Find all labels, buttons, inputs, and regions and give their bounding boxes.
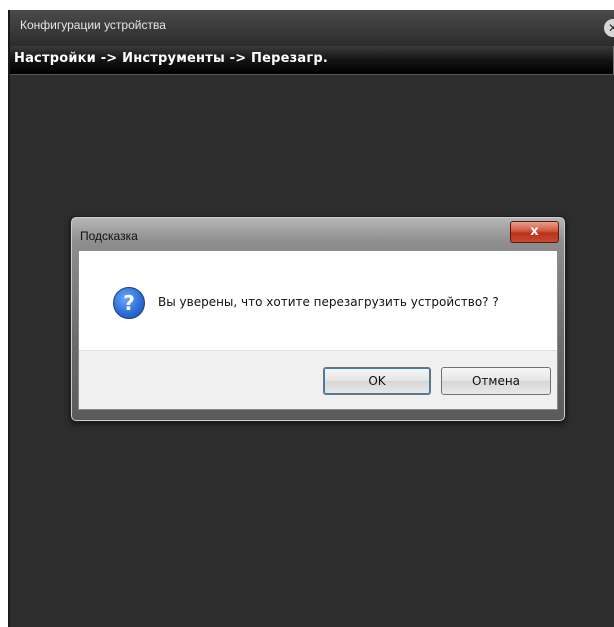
close-icon[interactable]: ✕: [604, 19, 614, 37]
dialog-close-button[interactable]: x: [510, 221, 559, 243]
dialog-message: Вы уверены, что хотите перезагрузить уст…: [158, 295, 499, 309]
question-icon: ?: [113, 287, 145, 319]
window-titlebar: Конфигурации устройства ✕: [10, 10, 614, 44]
cancel-button[interactable]: Отмена: [441, 367, 551, 395]
dialog-footer: OK Отмена: [79, 350, 557, 409]
window-title: Конфигурации устройства: [20, 18, 166, 32]
ok-button[interactable]: OK: [323, 367, 431, 395]
dialog-body: ? Вы уверены, что хотите перезагрузить у…: [78, 250, 558, 410]
breadcrumb: Настройки -> Инструменты -> Перезагр.: [10, 46, 614, 75]
dialog-title: Подсказка: [80, 229, 138, 243]
breadcrumb-text: Настройки -> Инструменты -> Перезагр.: [14, 51, 329, 66]
confirm-dialog: Подсказка x ? Вы уверены, что хотите пер…: [70, 216, 566, 422]
